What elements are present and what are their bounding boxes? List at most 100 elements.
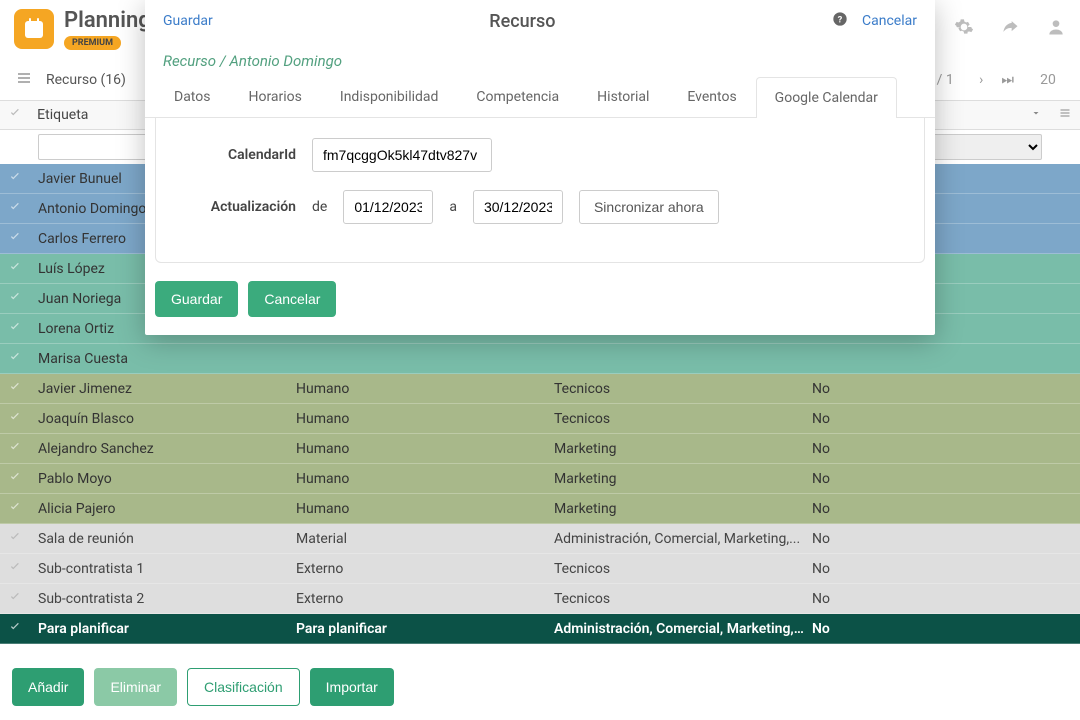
row-bool: No [804,411,1050,427]
table-row[interactable]: Alejandro SanchezHumanoMarketingNo [0,434,1080,464]
row-check-icon[interactable] [0,470,30,488]
tab-google-calendar[interactable]: Google Calendar [756,77,897,118]
row-label: Sub-contratista 2 [30,591,288,607]
row-label: Joaquín Blasco [30,411,288,427]
row-label: Sala de reunión [30,531,288,547]
row-type: Externo [288,561,546,577]
row-check-icon[interactable] [0,620,30,638]
row-service: Tecnicos [546,591,804,607]
tab-horarios[interactable]: Horarios [229,76,320,117]
row-bool: No [804,591,1050,607]
brand-icon [14,9,54,49]
column-menu-icon[interactable] [1051,107,1080,123]
brand-name: Planning [64,8,151,33]
classify-button[interactable]: Clasificación [187,668,300,706]
calendar-id-input[interactable] [312,138,492,172]
modal-header: Guardar Recurso ? Cancelar [145,0,935,42]
modal-title: Recurso [213,11,832,32]
row-bool: No [804,501,1050,517]
row-check-icon[interactable] [0,530,30,548]
row-check-icon[interactable] [0,230,30,248]
table-row[interactable]: Marisa Cuesta [0,344,1080,374]
modal-actions: Guardar Cancelar [145,281,935,335]
row-check-icon[interactable] [0,320,30,338]
table-row[interactable]: Para planificarPara planificarAdministra… [0,614,1080,644]
menu-icon[interactable] [16,70,32,91]
tab-eventos[interactable]: Eventos [668,76,755,117]
row-service: Administración, Comercial, Marketing,... [546,621,804,637]
row-service: Tecnicos [546,561,804,577]
pager-next-icon[interactable]: › [979,72,983,88]
sync-now-button[interactable]: Sincronizar ahora [579,190,719,224]
row-type: Para planificar [288,621,546,637]
table-row[interactable]: Sub-contratista 1ExternoTecnicosNo [0,554,1080,584]
row-label: Pablo Moyo [30,471,288,487]
user-icon[interactable] [1046,17,1066,42]
share-icon[interactable] [1000,17,1020,42]
import-button[interactable]: Importar [310,668,394,706]
tab-datos[interactable]: Datos [155,76,229,117]
row-type: Humano [288,381,546,397]
pager-last-icon[interactable]: ⏭ [1001,72,1014,88]
modal-cancel-link[interactable]: Cancelar [862,13,917,29]
row-check-icon[interactable] [0,590,30,608]
page-title: Recurso (16) [46,72,126,88]
row-type: Material [288,531,546,547]
table-row[interactable]: Sub-contratista 2ExternoTecnicosNo [0,584,1080,614]
row-service: Administración, Comercial, Marketing,... [546,531,804,547]
tab-indisponibilidad[interactable]: Indisponibilidad [321,76,458,117]
brand-text: Planning PREMIUM [64,8,151,50]
calendar-id-label: CalendarId [176,147,296,163]
date-to-input[interactable] [473,190,563,224]
row-label: Alicia Pajero [30,501,288,517]
tab-competencia[interactable]: Competencia [457,76,578,117]
row-label: Sub-contratista 1 [30,561,288,577]
row-bool: No [804,621,1050,637]
brand-tier: PREMIUM [64,36,121,50]
gear-icon[interactable] [954,17,974,42]
google-calendar-panel: CalendarId Actualización de a Sincroniza… [155,118,925,263]
row-type: Humano [288,411,546,427]
row-check-icon[interactable] [0,260,30,278]
row-type: Externo [288,591,546,607]
modal-save-link[interactable]: Guardar [163,13,213,29]
row-check-icon[interactable] [0,200,30,218]
select-all-checkbox[interactable] [0,106,29,124]
table-row[interactable]: Pablo MoyoHumanoMarketingNo [0,464,1080,494]
date-from-input[interactable] [343,190,433,224]
row-check-icon[interactable] [0,380,30,398]
row-label: Marisa Cuesta [30,351,288,367]
update-label: Actualización [176,199,296,215]
de-label: de [312,199,327,215]
modal-cancel-button[interactable]: Cancelar [248,281,336,317]
row-bool: No [804,531,1050,547]
row-check-icon[interactable] [0,170,30,188]
row-check-icon[interactable] [0,500,30,518]
table-row[interactable]: Javier JimenezHumanoTecnicosNo [0,374,1080,404]
row-check-icon[interactable] [0,440,30,458]
row-service: Marketing [546,501,804,517]
a-label: a [449,199,457,215]
svg-text:?: ? [838,14,843,25]
table-row[interactable]: Sala de reuniónMaterialAdministración, C… [0,524,1080,554]
help-icon[interactable]: ? [832,11,848,31]
row-check-icon[interactable] [0,290,30,308]
row-label: Alejandro Sanchez [30,441,288,457]
row-check-icon[interactable] [0,410,30,428]
row-type: Humano [288,471,546,487]
collapse-icon[interactable] [1022,107,1051,123]
table-row[interactable]: Joaquín BlascoHumanoTecnicosNo [0,404,1080,434]
row-check-icon[interactable] [0,350,30,368]
row-bool: No [804,381,1050,397]
pager-size: 20 [1032,72,1064,88]
grid-footer: Añadir Eliminar Clasificación Importar [0,654,1080,720]
delete-button[interactable]: Eliminar [94,668,177,706]
row-check-icon[interactable] [0,560,30,578]
modal-save-button[interactable]: Guardar [155,281,238,317]
row-service: Tecnicos [546,411,804,427]
table-row[interactable]: Alicia PajeroHumanoMarketingNo [0,494,1080,524]
brand: Planning PREMIUM [14,8,151,50]
tab-historial[interactable]: Historial [578,76,668,117]
row-bool: No [804,471,1050,487]
add-button[interactable]: Añadir [12,668,84,706]
